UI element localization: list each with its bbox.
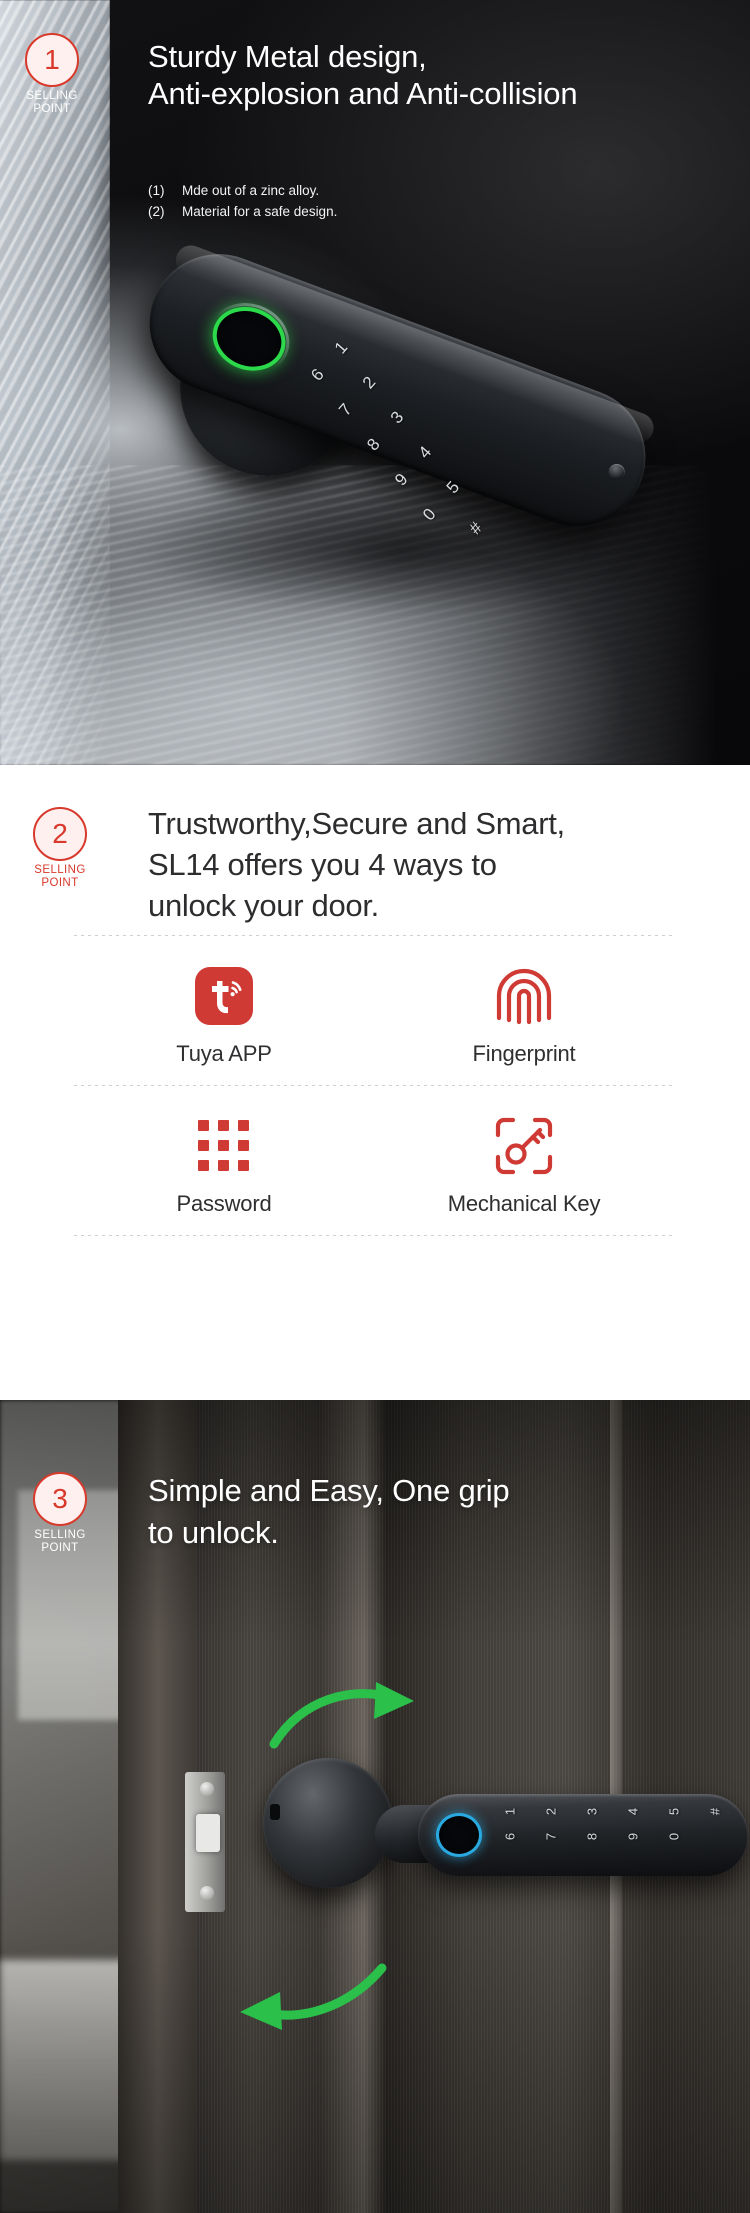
section-four-ways-to-unlock: 2 SELLING POINT Trustworthy,Secure and S…: [0, 765, 750, 1400]
keypad-key: 8: [363, 434, 384, 455]
keypad-column: 1 6: [502, 1804, 518, 1844]
section1-title: Sturdy Metal design, Anti-explosion and …: [148, 38, 728, 112]
strike-plate-screw: [200, 1886, 214, 1900]
fingerprint-icon: [495, 965, 553, 1027]
section3-title-line1: Simple and Easy, One grip: [148, 1473, 510, 1508]
keypad-key: 0: [666, 1832, 682, 1841]
keypad-column: 4 9: [625, 1804, 641, 1844]
section1-title-line2: Anti-explosion and Anti-collision: [148, 76, 578, 111]
section1-title-line1: Sturdy Metal design,: [148, 39, 427, 74]
keypad-key: 3: [386, 407, 408, 428]
unlock-method-mechanical-key[interactable]: Mechanical Key: [374, 1091, 674, 1241]
unlock-method-label: Fingerprint: [472, 1041, 576, 1066]
keypad-key: 4: [625, 1807, 641, 1816]
bullet-index: (2): [148, 204, 165, 219]
strike-plate-hole: [196, 1814, 220, 1852]
tuya-app-icon: [195, 965, 253, 1027]
keypad-key: #: [707, 1807, 723, 1816]
fingerprint-ring-icon: [436, 1813, 482, 1857]
unlock-method-label: Password: [176, 1191, 272, 1216]
door-keyhole: [270, 1804, 280, 1820]
badge-number: 3: [33, 1472, 87, 1526]
section3-title: Simple and Easy, One grip to unlock.: [148, 1470, 718, 1554]
badge-label: SELLING POINT: [18, 864, 102, 890]
unlock-method-password[interactable]: Password: [74, 1091, 374, 1241]
door-lock-rose-plate: [263, 1758, 393, 1888]
keypad-key: 2: [543, 1807, 559, 1816]
unlock-method-label: Mechanical Key: [447, 1191, 601, 1216]
door-lock-keypad: 1 6 2 7 3 8 4 9 5 0 #: [502, 1804, 723, 1844]
keypad-key: 1: [330, 337, 352, 358]
badge-label-line2: POINT: [41, 877, 79, 889]
keypad-key: 9: [391, 469, 412, 490]
keypad-key: 5: [442, 477, 464, 498]
section1-bullet-list: (1) Mde out of a zinc alloy. (2) Materia…: [148, 180, 668, 222]
badge-label: SELLING POINT: [18, 1529, 102, 1555]
badge-label-line2: POINT: [41, 1542, 79, 1554]
lock-end-cap: [606, 461, 628, 483]
section2-title-line2: SL14 offers you 4 ways to: [148, 847, 497, 882]
strike-plate-screw: [200, 1782, 214, 1796]
keypad-column: 2 7: [543, 1804, 559, 1844]
smart-lock-product-image: 1 6 2 7 3 8 4 9 5 0 #: [92, 212, 712, 546]
badge-label-line1: SELLING: [26, 90, 78, 102]
selling-point-badge-2: 2 SELLING POINT: [18, 807, 102, 890]
keypad-key: 0: [419, 504, 440, 525]
section-simple-and-easy: 1 6 2 7 3 8 4 9 5 0 # 3 SELLING POINT Si…: [0, 1400, 750, 2213]
keypad-key: 2: [358, 372, 380, 393]
fingerprint-ring-icon: [203, 296, 295, 381]
keypad-column: 3 8: [584, 1804, 600, 1844]
keypad-key: 4: [414, 442, 436, 463]
bullet-text: Material for a safe design.: [182, 204, 338, 219]
unlock-methods-grid: Tuya APP Fingerprint Password Mechanical…: [74, 941, 674, 1241]
section-sturdy-metal-design: 1 6 2 7 3 8 4 9 5 0 # 1 SELLING POINT St…: [0, 0, 750, 765]
unlock-methods-row: Password Mechanical Key: [74, 1091, 674, 1241]
lock-handle-bar: 1 6 2 7 3 8 4 9 5 0 #: [129, 234, 666, 546]
badge-label: SELLING POINT: [10, 90, 94, 116]
unlock-method-label: Tuya APP: [176, 1041, 272, 1066]
keypad-key: 7: [543, 1832, 559, 1841]
badge-label-line1: SELLING: [34, 1529, 86, 1541]
keypad-key: 5: [666, 1807, 682, 1816]
keypad-key: 1: [502, 1807, 518, 1816]
keypad-column: 5 0: [666, 1804, 682, 1844]
mechanical-key-icon: [495, 1115, 553, 1177]
badge-label-line2: POINT: [33, 103, 71, 115]
section2-title: Trustworthy,Secure and Smart, SL14 offer…: [148, 803, 718, 926]
selling-point-badge-1: 1 SELLING POINT: [10, 33, 94, 116]
bullet-text: Mde out of a zinc alloy.: [182, 183, 320, 198]
keypad-key: 6: [307, 365, 328, 385]
section2-title-line3: unlock your door.: [148, 888, 379, 923]
badge-number: 2: [33, 807, 87, 861]
unlock-method-fingerprint[interactable]: Fingerprint: [374, 941, 674, 1091]
badge-number: 1: [25, 33, 79, 87]
bullet-item: (1) Mde out of a zinc alloy.: [148, 180, 668, 201]
rotate-up-arrow: [268, 1682, 428, 1757]
product-feature-page: 1 6 2 7 3 8 4 9 5 0 # 1 SELLING POINT St…: [0, 0, 750, 2213]
keypad-key: 3: [584, 1807, 600, 1816]
rotate-down-arrow: [228, 1960, 388, 2035]
bullet-item: (2) Material for a safe design.: [148, 201, 668, 222]
badge-label-line1: SELLING: [34, 864, 86, 876]
keypad-column: #: [707, 1804, 723, 1844]
keypad-key: 7: [335, 399, 356, 420]
section3-title-line2: to unlock.: [148, 1515, 279, 1550]
keypad-key: 8: [584, 1832, 600, 1841]
bullet-index: (1): [148, 183, 165, 198]
section2-title-line1: Trustworthy,Secure and Smart,: [148, 806, 565, 841]
unlock-method-tuya-app[interactable]: Tuya APP: [74, 941, 374, 1091]
password-grid-icon: [196, 1115, 252, 1177]
selling-point-badge-3: 3 SELLING POINT: [18, 1472, 102, 1555]
keypad-key: 9: [625, 1832, 641, 1841]
divider-top: [74, 935, 674, 936]
keypad-key: 6: [502, 1832, 518, 1841]
unlock-methods-row: Tuya APP Fingerprint: [74, 941, 674, 1091]
